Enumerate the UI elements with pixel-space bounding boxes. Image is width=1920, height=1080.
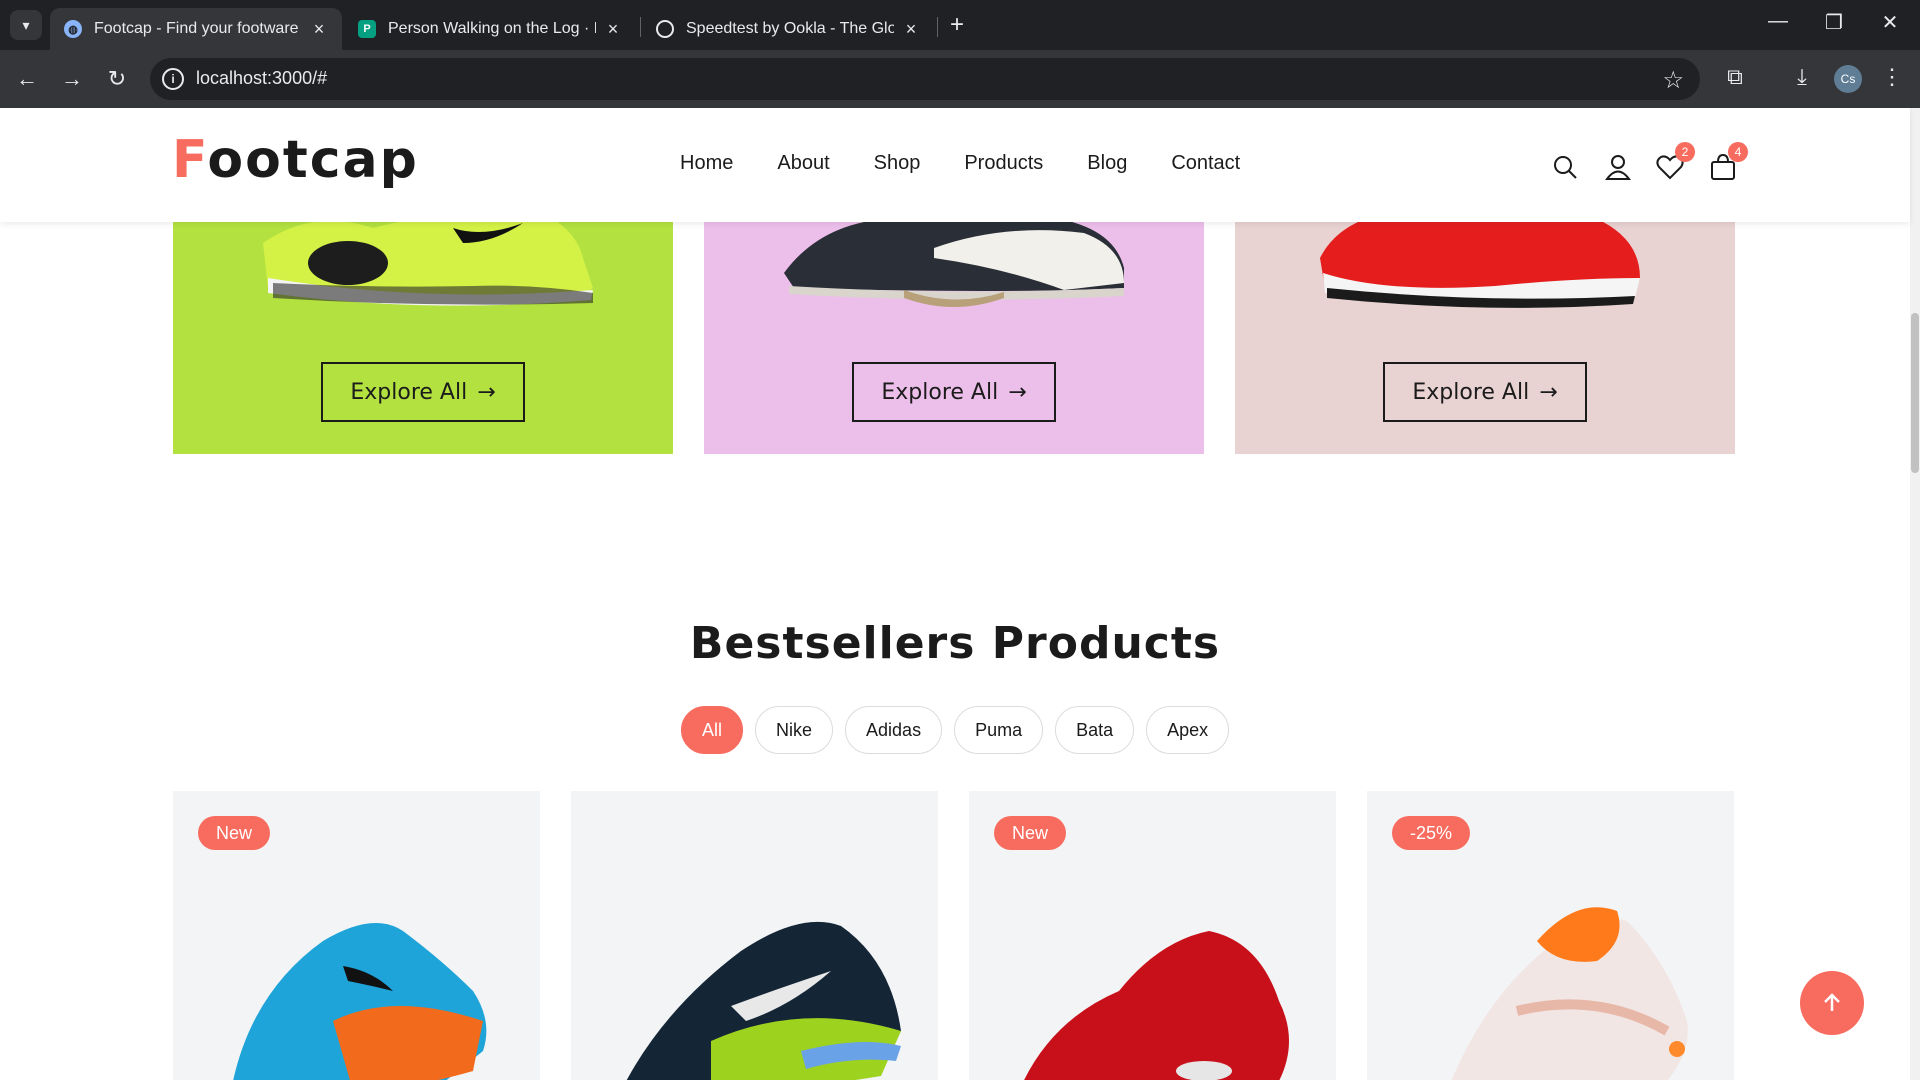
arrow-right-icon: →: [1008, 379, 1027, 405]
bestsellers-title: Bestsellers Products: [689, 618, 1221, 669]
tab-separator: [640, 17, 641, 37]
navy-running-shoe-image: [626, 921, 901, 1080]
tab-separator: [937, 17, 938, 37]
tab-title: Footcap - Find your footware: [94, 20, 299, 37]
browser-toolbar: ← → ↻ i localhost:3000/# ☆ ⧉ ⤓ ⋮: [0, 50, 1920, 108]
minimize-icon[interactable]: —: [1758, 10, 1798, 33]
orange-white-sneaker-image: [1451, 907, 1688, 1080]
reload-icon[interactable]: ↻: [102, 66, 132, 92]
pexels-icon: P: [358, 20, 376, 38]
nav-about[interactable]: About: [777, 152, 829, 175]
nav-contact[interactable]: Contact: [1171, 152, 1240, 175]
filter-puma[interactable]: Puma: [954, 706, 1044, 754]
explore-all-button[interactable]: Explore All →: [1383, 362, 1587, 422]
browser-tab-speedtest[interactable]: Speedtest by Ookla - The Globa ×: [642, 8, 934, 50]
browser-menu-icon[interactable]: ⋮: [1877, 64, 1907, 90]
site-info-icon[interactable]: i: [162, 68, 184, 90]
user-icon[interactable]: [1603, 152, 1633, 182]
brand-filters: All Nike Adidas Puma Bata Apex: [681, 706, 1230, 754]
arrow-right-icon: →: [477, 379, 496, 405]
filter-bata[interactable]: Bata: [1055, 706, 1135, 754]
explore-all-button[interactable]: Explore All →: [852, 362, 1056, 422]
logo-first-letter: F: [172, 130, 208, 190]
wishlist-count-badge: 2: [1675, 142, 1695, 162]
address-bar[interactable]: i localhost:3000/# ☆: [150, 58, 1700, 100]
cart-count-badge: 4: [1728, 142, 1748, 162]
explore-all-label: Explore All: [881, 379, 999, 405]
speedtest-icon: [656, 20, 674, 38]
close-window-icon[interactable]: ✕: [1870, 10, 1910, 35]
explore-all-label: Explore All: [350, 379, 468, 405]
explore-all-label: Explore All: [1412, 379, 1530, 405]
footcap-logo[interactable]: Footcap: [172, 130, 419, 190]
search-icon[interactable]: [1550, 152, 1580, 182]
new-tab-icon[interactable]: +: [950, 12, 964, 38]
explore-all-button[interactable]: Explore All →: [321, 362, 525, 422]
filter-all[interactable]: All: [681, 706, 744, 754]
filter-adidas[interactable]: Adidas: [845, 706, 943, 754]
page-viewport: Explore All → Explore All → Explore All → F…: [0, 108, 1920, 1080]
bookmark-star-icon[interactable]: ☆: [1662, 66, 1684, 95]
arrow-right-icon: →: [1539, 379, 1558, 405]
download-icon[interactable]: ⤓: [1787, 64, 1817, 90]
red-sneaker-image: [1024, 931, 1289, 1080]
nav-shop[interactable]: Shop: [874, 152, 921, 175]
logo-rest: ootcap: [207, 130, 419, 190]
main-nav: Home About Shop Products Blog Contact: [680, 152, 1240, 175]
scroll-to-top-button[interactable]: [1800, 971, 1864, 1035]
close-tab-icon[interactable]: ×: [310, 19, 328, 40]
browser-tab-pexels[interactable]: P Person Walking on the Log · Fre ×: [344, 8, 636, 50]
profile-avatar[interactable]: Cs: [1834, 65, 1862, 93]
cart-bag-icon[interactable]: 4: [1708, 142, 1748, 182]
product-card-3[interactable]: New: [969, 791, 1336, 1080]
filter-nike[interactable]: Nike: [755, 706, 834, 754]
close-tab-icon[interactable]: ×: [604, 19, 622, 40]
site-header: Footcap Home About Shop Products Blog Co…: [0, 108, 1910, 222]
close-tab-icon[interactable]: ×: [902, 19, 920, 40]
arrow-up-icon: [1824, 993, 1840, 1011]
nav-home[interactable]: Home: [680, 152, 733, 175]
filter-apex[interactable]: Apex: [1146, 706, 1230, 754]
browser-tab-footcap[interactable]: ◍ Footcap - Find your footware ×: [50, 8, 342, 50]
wishlist-heart-icon[interactable]: 2: [1655, 142, 1695, 182]
page-scrollbar[interactable]: [1910, 108, 1920, 1080]
back-icon[interactable]: ←: [12, 66, 42, 92]
tab-title: Person Walking on the Log · Fre: [388, 20, 596, 37]
extensions-icon[interactable]: ⧉: [1720, 64, 1750, 90]
url-text[interactable]: localhost:3000/#: [196, 68, 327, 89]
tab-title: Speedtest by Ookla - The Globa: [686, 20, 894, 37]
blue-running-shoe-image: [233, 923, 487, 1080]
globe-icon: ◍: [64, 20, 82, 38]
tab-search-chevron-icon[interactable]: ▾: [10, 10, 42, 40]
product-card-4[interactable]: -25%: [1367, 791, 1734, 1080]
browser-tab-bar: ▾ ◍ Footcap - Find your footware × P Per…: [0, 0, 1920, 50]
product-card-1[interactable]: New: [173, 791, 540, 1080]
product-card-2[interactable]: [571, 791, 938, 1080]
nav-blog[interactable]: Blog: [1087, 152, 1127, 175]
forward-icon[interactable]: →: [57, 66, 87, 92]
scrollbar-thumb[interactable]: [1911, 313, 1919, 473]
restore-icon[interactable]: ❐: [1814, 10, 1854, 35]
nav-products[interactable]: Products: [964, 152, 1043, 175]
